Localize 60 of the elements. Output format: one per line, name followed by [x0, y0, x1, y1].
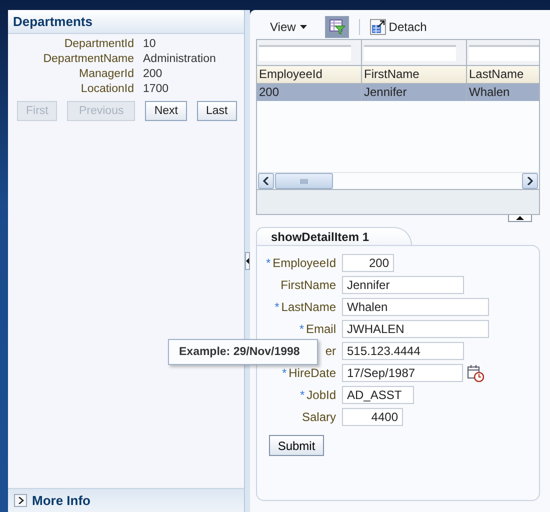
filter-field[interactable] [259, 44, 351, 60]
chevron-icon [17, 497, 24, 504]
section-title: More Info [32, 493, 90, 508]
submit-button[interactable]: Submit [269, 435, 324, 456]
chevron-right-icon [527, 177, 533, 185]
input-field[interactable]: 515.123.4444 [342, 342, 464, 360]
field-label: EmployeeId [272, 256, 336, 270]
field-label: HireDate [288, 366, 336, 380]
expand-toggle[interactable] [14, 494, 27, 507]
column-header[interactable]: EmployeeId [257, 66, 362, 83]
input-field[interactable]: 200 [342, 254, 394, 272]
field-label: LocationId [80, 83, 134, 95]
table-row[interactable]: 200 Jennifer Whalen [257, 84, 539, 101]
detach-button[interactable]: Detach [370, 19, 427, 35]
detach-icon [370, 19, 386, 35]
grip-icon [300, 178, 308, 184]
collapse-handle[interactable] [245, 252, 250, 270]
field-label: FirstName [280, 278, 336, 292]
tooltip: Example: 29/Nov/1998 [168, 339, 318, 365]
field-label: er [325, 344, 336, 358]
field-value: 200 [143, 68, 164, 80]
input-field[interactable]: 4400 [342, 408, 403, 426]
field-label: DepartmentId [63, 38, 134, 50]
column-header[interactable]: FirstName [362, 66, 467, 83]
input-field[interactable]: 17/Sep/1987 [342, 364, 463, 382]
required-mark: * [274, 300, 280, 314]
filter-field[interactable] [364, 44, 456, 60]
nav-button[interactable]: Next [145, 101, 188, 121]
calendar-icon[interactable] [467, 364, 484, 382]
input-field[interactable]: JWHALEN [342, 320, 489, 338]
required-mark: * [300, 388, 305, 402]
panel-title: Departments [13, 14, 92, 29]
field-label: DepartmentName [42, 53, 134, 65]
field-label: JobId [306, 388, 336, 402]
nav-button[interactable]: Last [197, 101, 237, 121]
input-field[interactable]: Jennifer [342, 276, 464, 294]
filter-icon [328, 19, 345, 35]
table-cell: 200 [257, 84, 362, 101]
detail-tab[interactable]: showDetailItem 1 [256, 227, 412, 245]
collapse-handle[interactable] [508, 215, 532, 222]
input-field[interactable]: AD_ASST [342, 386, 414, 404]
required-mark: * [266, 256, 271, 270]
table-cell: Whalen [467, 84, 539, 101]
chevron-left-icon [263, 177, 269, 185]
table-cell: Jennifer [362, 84, 467, 101]
field-value: Administration [143, 53, 217, 65]
field-value: 10 [143, 38, 157, 50]
view-menu[interactable]: View [266, 18, 311, 36]
field-label: Salary [302, 410, 336, 424]
filter-field[interactable] [469, 44, 539, 60]
filter-toggle[interactable] [324, 16, 349, 38]
field-label: LastName [281, 300, 336, 314]
input-field[interactable]: Whalen [342, 298, 489, 316]
field-value: 1700 [143, 83, 170, 95]
column-header[interactable]: LastName [467, 66, 539, 83]
required-mark: * [282, 366, 287, 380]
caret-icon [300, 25, 307, 29]
field-label: Email [306, 322, 336, 336]
field-label: ManagerId [78, 68, 134, 80]
required-mark: * [299, 322, 304, 336]
